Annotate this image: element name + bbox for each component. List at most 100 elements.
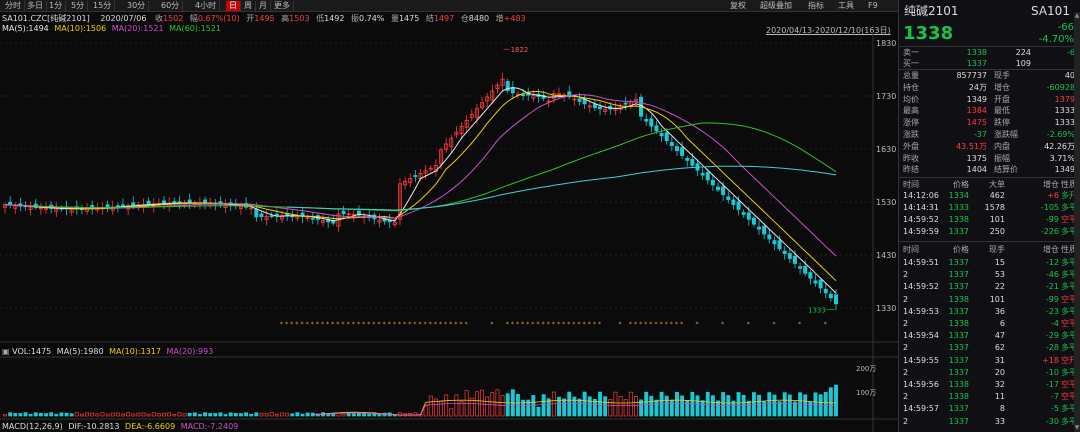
volume-bar <box>105 413 110 417</box>
big-header-cell: 时间 <box>903 180 919 189</box>
tick-row-cell: 8 <box>999 404 1005 414</box>
period-tab-11[interactable]: 更多 <box>271 1 294 11</box>
contract-code: SA101 <box>1031 4 1070 18</box>
candle-body <box>162 200 167 204</box>
toolbar-tool-3[interactable]: 工具 <box>838 1 854 11</box>
toolbar-tool-1[interactable]: 超级叠加 <box>760 1 792 11</box>
signal-star-marker: * <box>552 321 555 328</box>
tick-row-cell: 2 <box>903 319 909 328</box>
candle-body <box>736 201 741 210</box>
volume-bar <box>531 395 536 417</box>
signal-star-marker: * <box>336 321 339 328</box>
last-price-annotation: 1333 <box>808 306 826 314</box>
chart-canvas: 18301730163015301430133018221333* * * * * * * *… <box>0 32 898 432</box>
signal-star-marker: * <box>675 321 678 328</box>
sell1-volume: 224 <box>1015 48 1031 57</box>
candle-body <box>726 196 731 201</box>
buy1-price: 1337 <box>966 59 987 68</box>
sell1-change: -6 <box>1067 48 1075 57</box>
tick-row-cell: 101 <box>989 294 1005 304</box>
tick-row-cell: 1337 <box>948 416 969 426</box>
price-axis-label: 1430 <box>876 251 896 260</box>
signal-star-marker: * <box>562 321 565 328</box>
period-tab-10[interactable]: 月 <box>256 1 271 11</box>
tick-row-cell: 14:59:54 <box>903 331 939 341</box>
stat-value: 1333 <box>1054 106 1075 116</box>
signal-star-marker: * <box>649 321 652 328</box>
tick-scrollbar[interactable]: ▲ ▼ <box>1074 12 1080 432</box>
tick-header-cell: 价格 <box>953 245 969 254</box>
big-row-cell: -226 <box>1040 227 1059 236</box>
tick-row-cell: -46 <box>1045 270 1059 280</box>
tick-row-cell: -12 <box>1045 258 1059 267</box>
volume-bar <box>675 391 679 417</box>
volume-bar <box>305 412 310 417</box>
tick-row-cell: -23 <box>1045 306 1059 316</box>
volume-bar <box>633 396 638 417</box>
volume-bar <box>669 399 674 417</box>
volume-bar <box>705 392 710 417</box>
candle-body <box>310 217 315 220</box>
volume-bar <box>23 412 28 417</box>
volume-bar <box>798 392 803 417</box>
volume-bar <box>203 412 208 417</box>
tick-header-cell: 增仓 <box>1043 245 1059 254</box>
volume-bar <box>290 413 295 417</box>
volume-bar <box>603 396 608 417</box>
signal-star-marker: * <box>398 321 401 328</box>
period-tab-6[interactable]: 60分 <box>158 1 184 11</box>
volume-bar <box>228 412 233 417</box>
volume-bar <box>516 393 520 417</box>
tick-row-cell: 6 <box>999 319 1005 328</box>
scroll-down-arrow-icon[interactable]: ▼ <box>1074 424 1080 432</box>
tick-row-cell: 1337 <box>948 343 969 353</box>
volume-bar <box>223 414 228 417</box>
volume-bar <box>356 412 361 417</box>
tick-row-cell: 1338 <box>948 294 969 304</box>
scroll-up-arrow-icon[interactable]: ▲ <box>1074 12 1080 20</box>
period-tab-9[interactable]: 周 <box>241 1 256 11</box>
volume-bar <box>787 394 792 417</box>
candle-body <box>828 293 833 299</box>
signal-star-marker: * <box>772 321 775 328</box>
period-tab-5[interactable]: 30分 <box>124 1 150 11</box>
stat-label: 外盘 <box>903 141 919 151</box>
volume-bar <box>233 413 238 417</box>
toolbar-tool-2[interactable]: 指标 <box>808 1 824 11</box>
period-tab-1[interactable]: 多日 <box>24 1 47 11</box>
candle-body <box>792 255 797 264</box>
volume-bar <box>736 392 741 417</box>
big-row-cell: 14:12:06 <box>903 191 939 200</box>
toolbar-tool-4[interactable]: F9 <box>868 1 878 11</box>
volume-bar <box>598 391 602 417</box>
volume-bar <box>351 413 356 417</box>
candle-body <box>803 266 808 274</box>
tick-row-cell: -21 <box>1045 282 1059 292</box>
volume-bar <box>54 413 59 417</box>
period-tab-8[interactable]: 日 <box>226 1 241 11</box>
big-row-cell: 1338 <box>948 215 969 224</box>
candle-body <box>751 217 756 225</box>
toolbar-tool-0[interactable]: 复权 <box>730 1 746 11</box>
stat-value: 1375 <box>966 153 987 163</box>
period-tab-7[interactable]: 4小时 <box>192 1 221 11</box>
stat-label: 增仓 <box>994 82 1010 92</box>
volume-bar <box>8 412 13 417</box>
candle-body <box>731 199 736 205</box>
settings-icon[interactable]: ▣ <box>2 347 10 356</box>
candle-body <box>741 212 746 215</box>
period-tab-3[interactable]: 5分 <box>68 1 89 11</box>
candle-body <box>813 280 818 284</box>
volume-bar <box>274 413 279 417</box>
candle-body <box>669 142 674 147</box>
kline-chart-area[interactable]: SA101.CZC[纯碱2101] 2020/07/06 收1502 幅0.67… <box>0 12 898 432</box>
period-tab-2[interactable]: 1分 <box>46 1 67 11</box>
period-tab-0[interactable]: 分时 <box>2 1 25 11</box>
stat-value: 1349 <box>1054 165 1075 175</box>
volume-bar <box>167 412 172 417</box>
volume-bar <box>38 412 43 417</box>
period-tab-4[interactable]: 15分 <box>90 1 116 11</box>
volume-bar <box>254 412 259 417</box>
volume-bar <box>664 395 669 417</box>
tick-row-cell: 1337 <box>948 367 969 377</box>
